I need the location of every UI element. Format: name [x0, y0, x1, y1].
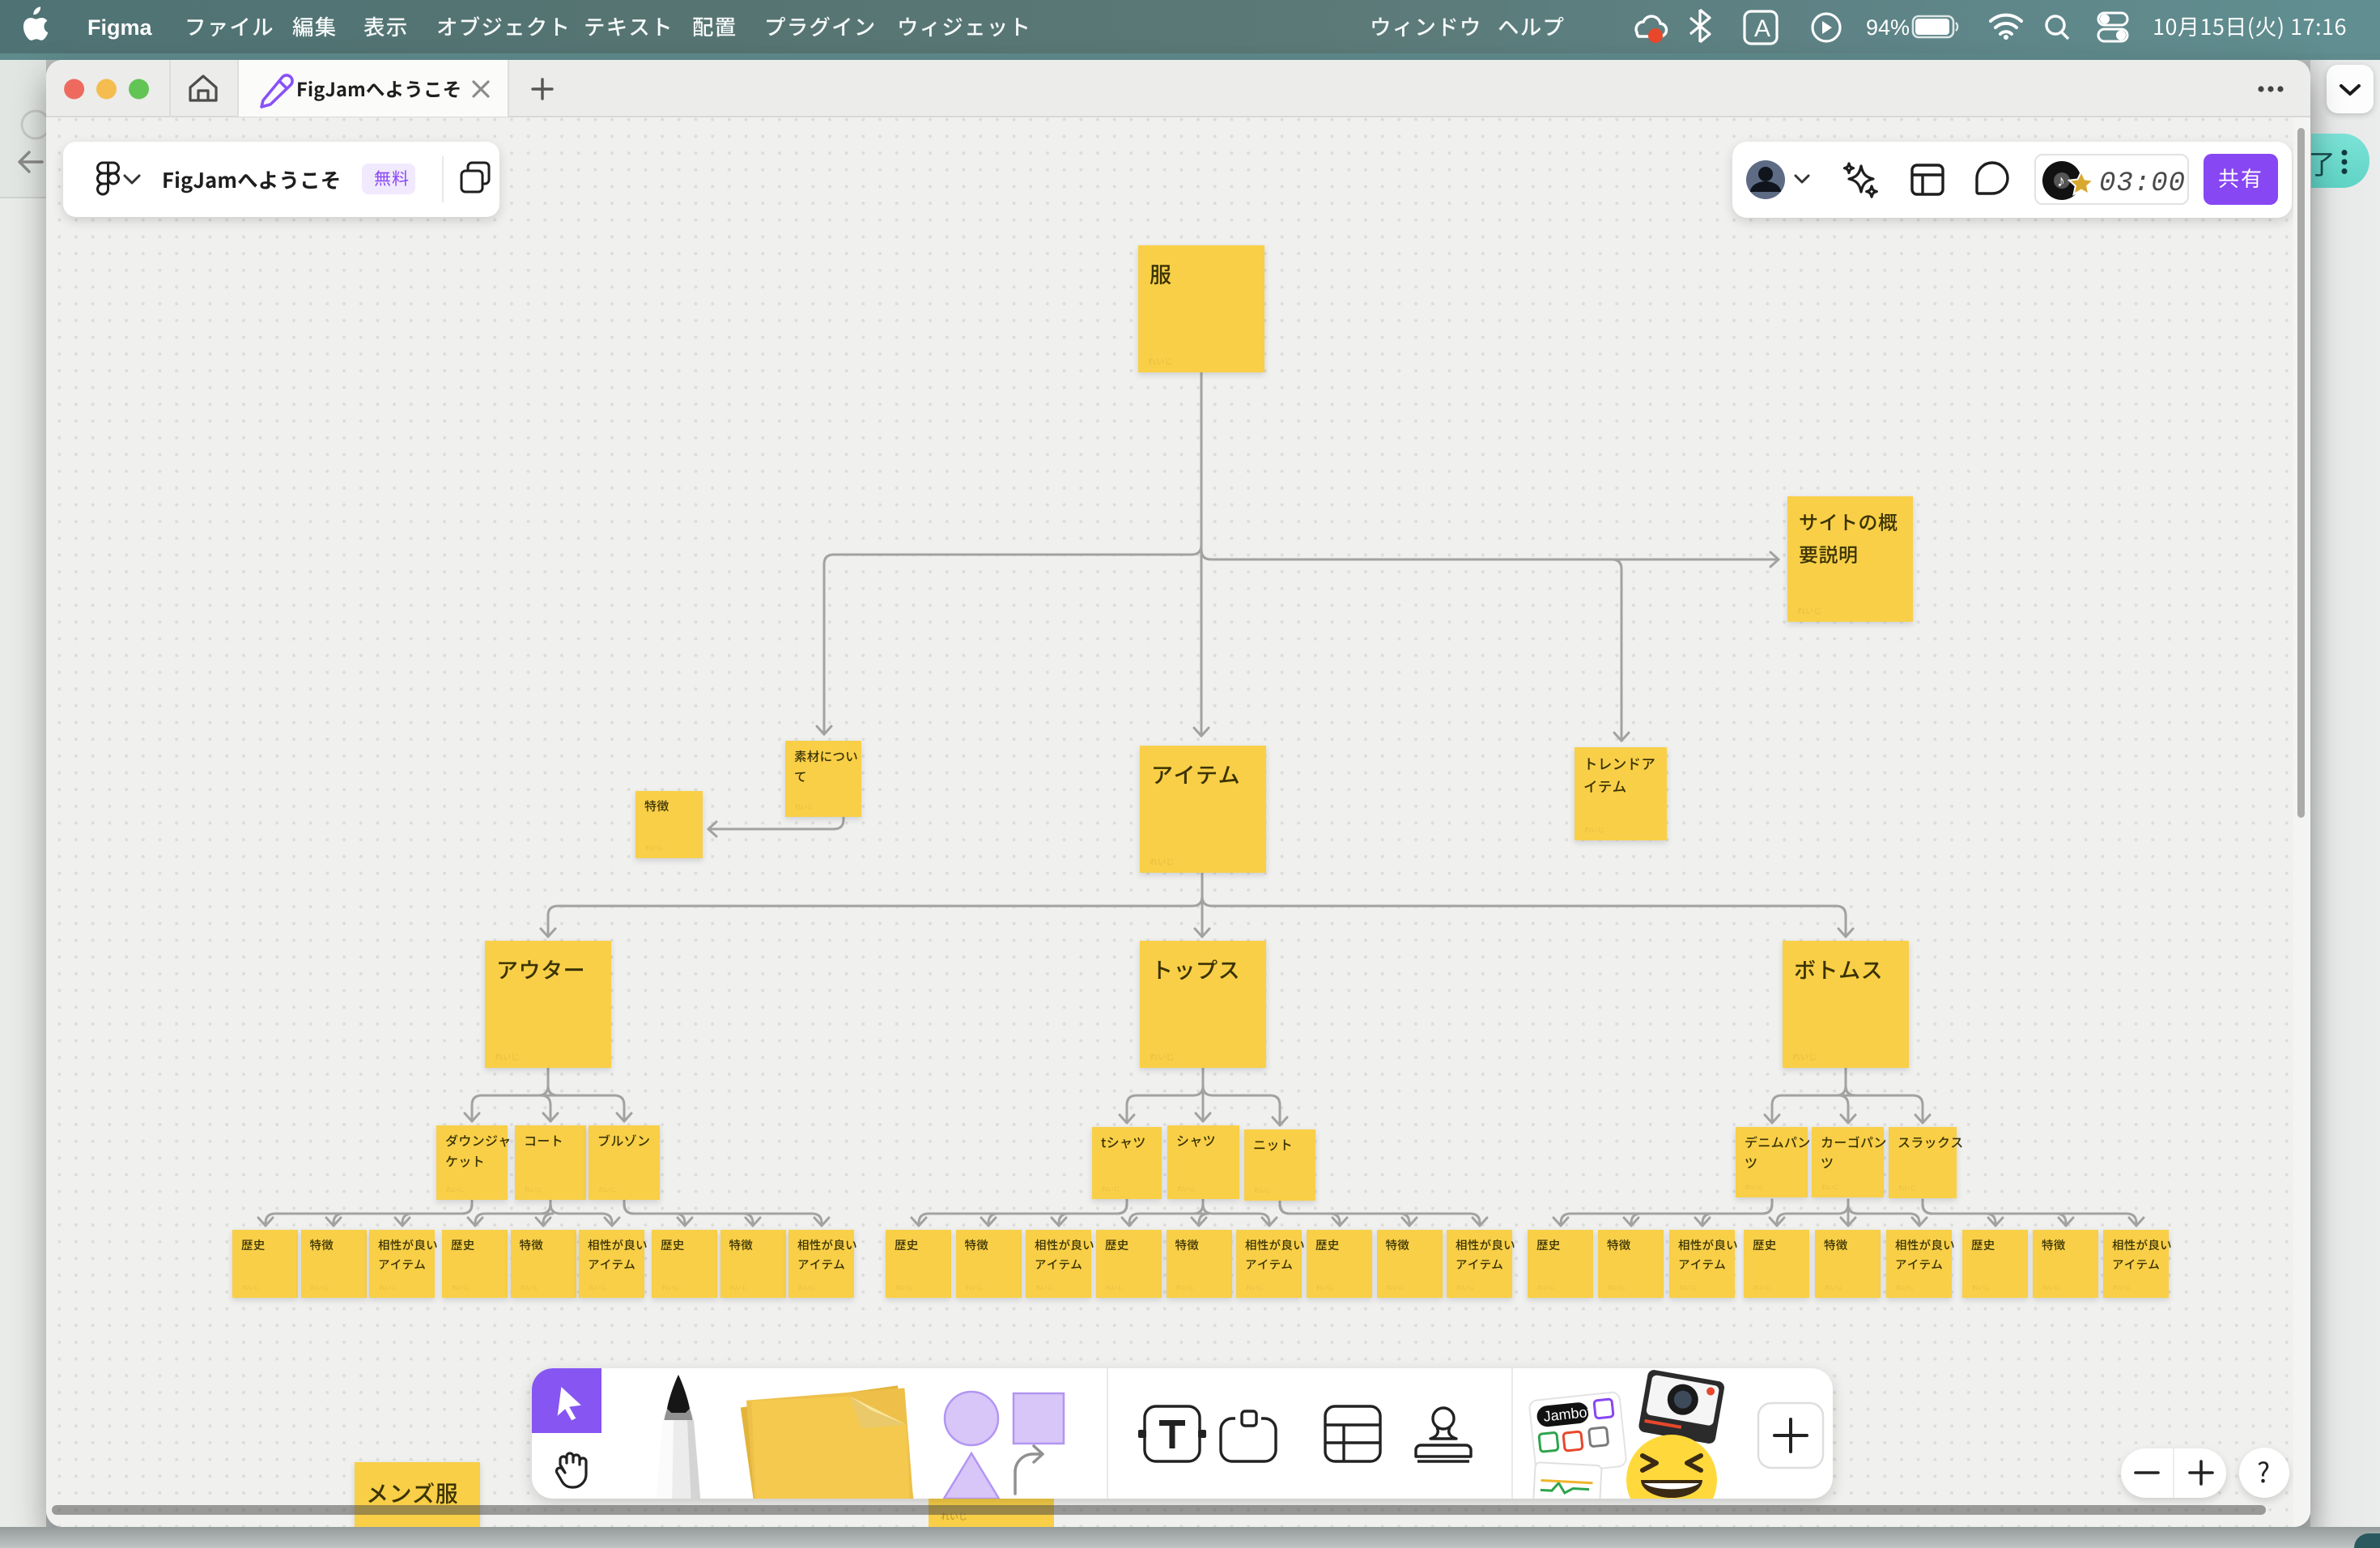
svg-text:94%: 94% [1866, 15, 1910, 40]
svg-text:Figma: Figma [87, 15, 152, 40]
svg-text:A: A [1754, 15, 1770, 42]
